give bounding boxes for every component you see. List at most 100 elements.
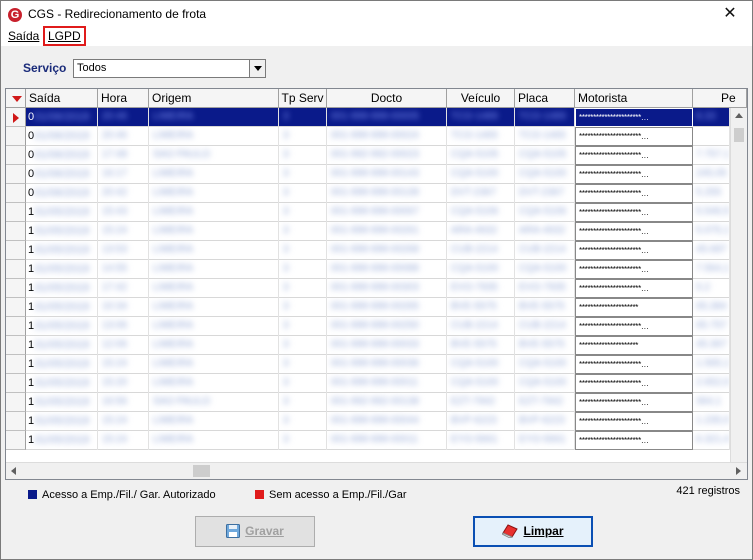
table-cell: CQA-5105 [447, 146, 515, 165]
table-row[interactable]: 131/05/2019 15:24 LIMEIRA 3 001-999-999-0003… [6, 355, 747, 374]
cell-blurred-value: LIMEIRA [153, 130, 194, 141]
menu-saida[interactable]: Saída [5, 28, 42, 44]
cell-blurred-value: CQA-5100 [519, 358, 567, 369]
header-docto[interactable]: Docto [327, 89, 447, 108]
table-row[interactable]: 131/05/2019 15:24 LIMEIRA 3 001-999-999-0026… [6, 222, 747, 241]
cell-blurred-value: 1.565,1 [696, 358, 730, 369]
cell-blurred-value: CUB-2214 [519, 320, 566, 331]
row-indicator[interactable] [6, 393, 26, 412]
peso-cell: 245,05 [693, 165, 730, 184]
clear-button[interactable]: Limpar [473, 516, 593, 547]
cell-blurred-value: LIMEIRA [153, 320, 194, 331]
menu-lgpd[interactable]: LGPD [43, 26, 86, 46]
table-row[interactable]: 131/05/2019 13:06 LIMEIRA 3 001-999-999-0025… [6, 317, 747, 336]
save-button[interactable]: Gravar [195, 516, 315, 547]
table-cell: BVP-6223 [447, 412, 515, 431]
cell-blurred-value: 13:06 [102, 320, 128, 331]
table-cell: 15:24 [98, 222, 149, 241]
table-cell: 001-999-999-00261 [327, 222, 447, 241]
table-row[interactable]: 131/05/2019 13:53 LIMEIRA 3 001-999-999-0026… [6, 241, 747, 260]
table-row[interactable]: 131/05/2019 15:24 LIMEIRA 3 001-999-999-0004… [6, 412, 747, 431]
data-grid[interactable]: Saída Hora Origem Tp Serv Docto Veículo … [5, 88, 748, 480]
table-cell: 15:24 [98, 355, 149, 374]
horizontal-scroll-thumb[interactable] [193, 465, 210, 477]
table-row[interactable]: 001/06/2019 20:42 LIMEIRA 3 001-999-999-0013… [6, 184, 747, 203]
horizontal-scrollbar[interactable] [6, 462, 747, 479]
row-indicator[interactable] [6, 298, 26, 317]
motorista-cell: **********************… [575, 203, 693, 222]
row-indicator[interactable] [6, 241, 26, 260]
header-motorista[interactable]: Motorista [575, 89, 693, 108]
table-row[interactable]: 131/05/2019 14:55 LIMEIRA 3 001-999-999-0008… [6, 260, 747, 279]
close-button[interactable]: ✕ [708, 1, 752, 29]
row-indicator[interactable] [6, 317, 26, 336]
table-row[interactable]: 131/05/2019 15:24 LIMEIRA 3 001-999-999-0001… [6, 431, 747, 450]
cell-blurred-value: SAO PAULO [153, 396, 211, 407]
row-indicator[interactable] [6, 203, 26, 222]
table-row[interactable]: 001/06/2019 16:17 LIMEIRA 3 001-999-999-0014… [6, 165, 747, 184]
header-hora[interactable]: Hora [98, 89, 149, 108]
row-indicator[interactable] [6, 127, 26, 146]
table-row[interactable]: 131/05/2019 12:06 LIMEIRA 3 001-999-999-0003… [6, 336, 747, 355]
row-indicator[interactable] [6, 260, 26, 279]
table-cell: 001/06/2019 [26, 127, 98, 146]
chevron-down-icon[interactable] [249, 60, 265, 77]
table-cell: TCO-1465 [447, 127, 515, 146]
table-cell: 3 [279, 298, 327, 317]
peso-cell: 7.564,1 [693, 260, 730, 279]
main-window: G CGS - Redirecionamento de frota ✕ Saíd… [0, 0, 753, 560]
table-cell: 20:46 [98, 108, 149, 127]
table-row[interactable]: 131/05/2019 17:42 LIMEIRA 3 001-999-999-0030… [6, 279, 747, 298]
cell-blurred-value: 01/06/2019 [34, 149, 90, 161]
table-cell: 131/05/2019 [26, 393, 98, 412]
table-row[interactable]: 131/05/2019 16:56 SAO PAULO 3 001-992-992-00… [6, 393, 747, 412]
table-cell: CQA-5105 [515, 146, 575, 165]
row-indicator[interactable] [6, 355, 26, 374]
header-placa[interactable]: Placa [515, 89, 575, 108]
row-indicator[interactable] [6, 184, 26, 203]
legend-unauthorized-label: Sem acesso a Emp./Fil./Gar [269, 489, 407, 501]
table-cell: 131/05/2019 [26, 279, 98, 298]
row-indicator[interactable] [6, 279, 26, 298]
table-row[interactable]: 131/05/2019 15:20 LIMEIRA 3 001-999-999-0001… [6, 374, 747, 393]
cell-blurred-value: 3 [283, 377, 289, 388]
cell-blurred-value: 01/06/2019 [34, 130, 90, 142]
scroll-right-icon[interactable] [736, 467, 741, 475]
header-origem[interactable]: Origem [149, 89, 279, 108]
row-indicator[interactable] [6, 412, 26, 431]
row-indicator[interactable] [6, 108, 26, 127]
row-indicator[interactable] [6, 165, 26, 184]
header-veiculo[interactable]: Veículo [447, 89, 515, 108]
header-saida[interactable]: Saída [26, 89, 98, 108]
row-indicator[interactable] [6, 146, 26, 165]
table-cell: 3 [279, 355, 327, 374]
table-cell: CQA-5100 [447, 374, 515, 393]
vertical-scroll-thumb[interactable] [734, 128, 744, 142]
service-select[interactable]: Todos [73, 59, 266, 78]
table-row[interactable]: 131/05/2019 15:43 LIMEIRA 3 001-999-999-0006… [6, 203, 747, 222]
table-row[interactable]: 131/05/2019 10:34 LIMEIRA 3 001-999-999-0026… [6, 298, 747, 317]
table-cell: LIMEIRA [149, 241, 279, 260]
table-cell: TCO-1489 [515, 108, 575, 127]
scroll-up-icon[interactable] [735, 113, 743, 118]
cell-blurred-value: CQA-5100 [519, 263, 567, 274]
cell-blurred-value: 01/06/2019 [34, 168, 90, 180]
header-tp-serv[interactable]: Tp Serv [279, 89, 327, 108]
motorista-cell: **********************… [575, 184, 693, 203]
scroll-left-icon[interactable] [11, 467, 16, 475]
table-cell: 131/05/2019 [26, 431, 98, 450]
row-indicator[interactable] [6, 336, 26, 355]
row-indicator[interactable] [6, 374, 26, 393]
row-indicator[interactable] [6, 431, 26, 450]
table-cell: 13:53 [98, 241, 149, 260]
header-peso[interactable]: Pe [693, 89, 747, 108]
row-indicator[interactable] [6, 222, 26, 241]
cell-blurred-value: 10:34 [102, 301, 128, 312]
vertical-scrollbar[interactable] [730, 108, 747, 462]
table-cell: 3 [279, 165, 327, 184]
table-row[interactable]: 001/06/2019 20:46 LIMEIRA 3 001-999-999-0000… [6, 108, 747, 127]
table-row[interactable]: 001/06/2019 17:48 SAO PAULO 3 001-992-992-00… [6, 146, 747, 165]
cell-blurred-value: 8,33 [696, 111, 716, 122]
table-row[interactable]: 001/06/2019 20:46 LIMEIRA 3 001-999-999-0002… [6, 127, 747, 146]
table-cell: EVO-7935 [447, 279, 515, 298]
